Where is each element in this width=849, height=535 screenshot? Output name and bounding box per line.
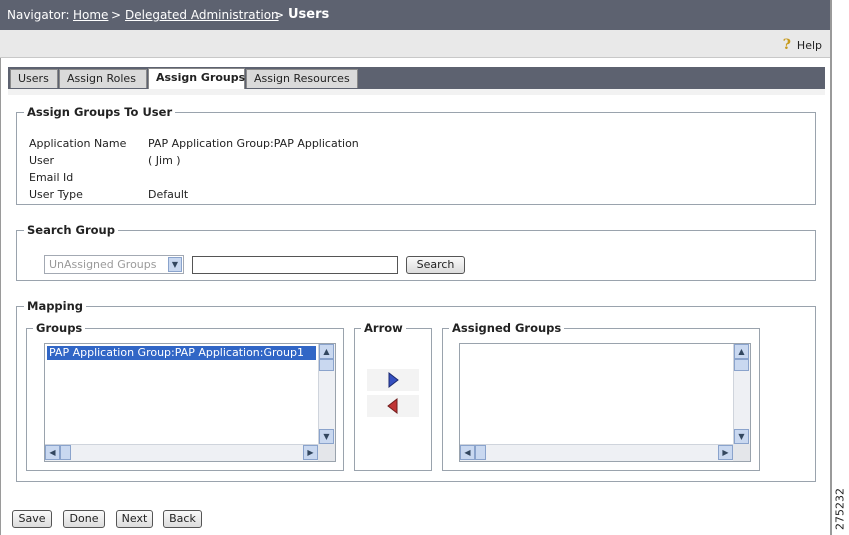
assigned-groups-listbox[interactable]: ▲ ▼ ◀ ▶ [459, 343, 751, 462]
assign-groups-title: Assign Groups To User [24, 105, 176, 119]
frame-border-right [830, 0, 832, 535]
scroll-left-icon[interactable]: ◀ [460, 445, 475, 460]
assigned-groups-title: Assigned Groups [449, 321, 565, 335]
navigator-label: Navigator: [7, 8, 70, 22]
tab-assign-groups[interactable]: Assign Groups [148, 68, 245, 89]
scroll-down-icon[interactable]: ▼ [319, 429, 334, 444]
application-name-label: Application Name [29, 137, 127, 150]
scroll-right-icon[interactable]: ▶ [303, 445, 318, 460]
figure-id-text: 275232 [833, 488, 847, 530]
groups-list-item[interactable]: PAP Application Group:PAP Application:Gr… [47, 346, 316, 360]
search-button[interactable]: Search [406, 256, 465, 274]
application-name-value: PAP Application Group:PAP Application [148, 137, 359, 150]
assigned-vertical-scrollbar[interactable]: ▲ ▼ [733, 344, 750, 444]
scroll-thumb[interactable] [734, 359, 749, 371]
back-button[interactable]: Back [163, 510, 202, 528]
assign-groups-section [16, 112, 816, 205]
scroll-right-icon[interactable]: ▶ [718, 445, 733, 460]
user-value: ( Jim ) [148, 154, 181, 167]
breadcrumb-current: Users [288, 7, 330, 22]
breadcrumb-separator: > [274, 8, 285, 22]
breadcrumb-home-link[interactable]: Home [73, 8, 108, 22]
search-group-title: Search Group [24, 223, 118, 237]
groups-title: Groups [33, 321, 86, 335]
mapping-title: Mapping [24, 299, 87, 313]
groups-listbox[interactable]: PAP Application Group:PAP Application:Gr… [44, 343, 336, 462]
user-type-value: Default [148, 188, 189, 201]
arrow-left-icon [387, 397, 398, 415]
help-link[interactable]: ? Help [783, 37, 822, 53]
tab-users[interactable]: Users [10, 69, 58, 88]
group-filter-value: UnAssigned Groups [49, 258, 157, 271]
toolbar: ? Help [0, 30, 832, 58]
frame-border-left [0, 58, 1, 535]
scroll-thumb[interactable] [475, 445, 486, 460]
save-button[interactable]: Save [12, 510, 52, 528]
done-button[interactable]: Done [63, 510, 105, 528]
search-input[interactable] [192, 256, 398, 274]
scroll-corner [318, 444, 335, 461]
chevron-down-icon: ▼ [168, 257, 182, 272]
move-left-button[interactable] [367, 395, 419, 417]
question-mark-icon: ? [782, 37, 791, 53]
assigned-horizontal-scrollbar[interactable]: ◀ ▶ [460, 444, 733, 461]
arrow-right-icon [388, 371, 399, 389]
email-id-label: Email Id [29, 171, 74, 184]
scroll-up-icon[interactable]: ▲ [319, 344, 334, 359]
help-label: Help [796, 38, 822, 52]
tab-assign-resources[interactable]: Assign Resources [246, 69, 358, 88]
user-type-label: User Type [29, 188, 83, 201]
tab-assign-roles[interactable]: Assign Roles [59, 69, 147, 88]
user-label: User [29, 154, 55, 167]
breadcrumb-delegated-admin-link[interactable]: Delegated Administration [125, 8, 279, 22]
move-right-button[interactable] [367, 369, 419, 391]
breadcrumb-separator: > [111, 8, 122, 22]
tab-panel-strip [8, 89, 825, 95]
scroll-up-icon[interactable]: ▲ [734, 344, 749, 359]
scroll-left-icon[interactable]: ◀ [45, 445, 60, 460]
scroll-thumb[interactable] [60, 445, 71, 460]
next-button[interactable]: Next [116, 510, 153, 528]
group-filter-select[interactable]: UnAssigned Groups ▼ [44, 255, 184, 274]
navigator-bar: Navigator: Home > Delegated Administrati… [0, 0, 832, 30]
arrow-title: Arrow [361, 321, 406, 335]
figure-id: 275232 [831, 484, 849, 534]
tab-bar: Users Assign Roles Assign Groups Assign … [8, 67, 825, 89]
scroll-down-icon[interactable]: ▼ [734, 429, 749, 444]
scroll-corner [733, 444, 750, 461]
groups-horizontal-scrollbar[interactable]: ◀ ▶ [45, 444, 318, 461]
groups-vertical-scrollbar[interactable]: ▲ ▼ [318, 344, 335, 444]
scroll-thumb[interactable] [319, 359, 334, 371]
